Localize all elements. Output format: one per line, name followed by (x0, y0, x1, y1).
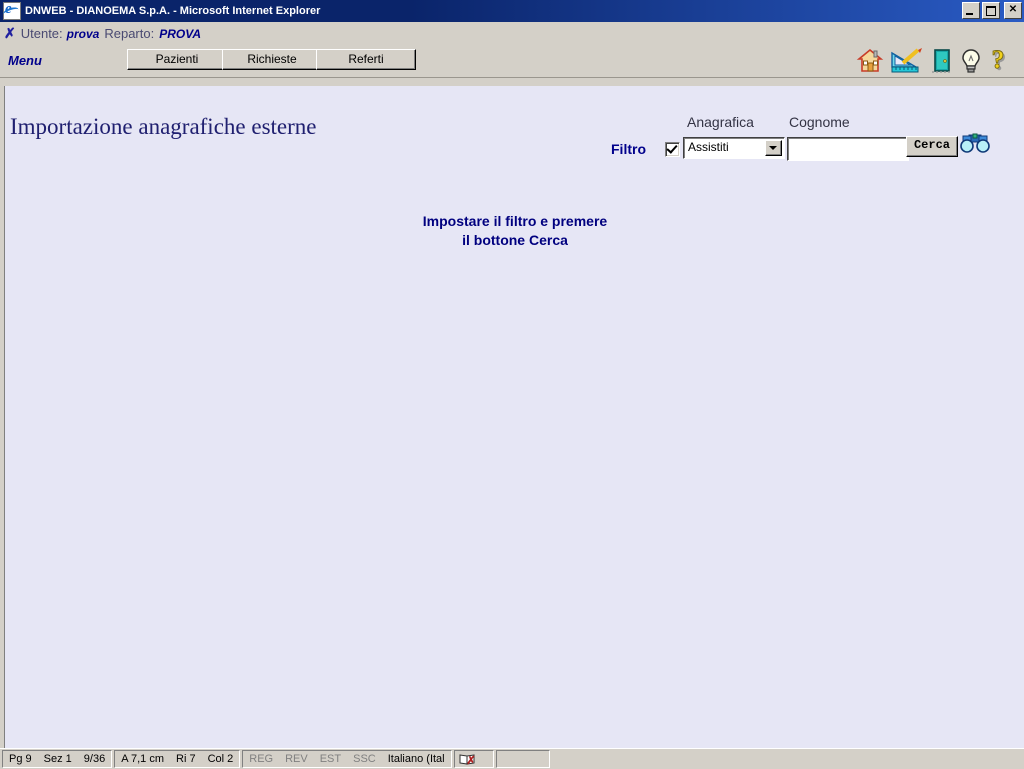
user-info-bar: ✗ Utente: prova Reparto: PROVA (4, 22, 1024, 45)
window-controls: ✕ (962, 2, 1022, 19)
menu-button-referti[interactable]: Referti (316, 49, 416, 70)
drafting-ruler-pencil-icon[interactable] (890, 47, 924, 75)
anagrafica-label: Anagrafica (687, 114, 754, 130)
menu-button-richieste[interactable]: Richieste (222, 49, 322, 70)
anagrafica-select-value: Assistiti (688, 140, 729, 154)
department-value: PROVA (159, 26, 202, 41)
user-value: prova (66, 26, 100, 41)
svg-text:✗: ✗ (466, 755, 475, 766)
book-with-red-x-icon[interactable]: ✗ (455, 752, 493, 766)
window-title: DNWEB - DIANOEMA S.p.A. - Microsoft Inte… (25, 5, 321, 17)
browser-client-area: ✗ Utente: prova Reparto: PROVA Menu Pazi… (0, 22, 1024, 748)
status-section: Sez 1 (43, 752, 72, 765)
close-session-icon[interactable]: ✗ (4, 25, 16, 42)
binoculars-icon[interactable] (959, 132, 991, 159)
empty-state-line-2: il bottone Cerca (462, 232, 568, 248)
status-reg[interactable]: REG (243, 752, 279, 767)
status-page: Pg 9 (9, 752, 32, 765)
department-label: Reparto: (104, 26, 155, 41)
filtro-label: Filtro (611, 141, 646, 157)
word-status-bar: Pg 9 Sez 1 9/36 A 7,1 cm Ri 7 Col 2 REG … (0, 748, 1024, 769)
internet-explorer-icon (3, 0, 21, 20)
close-button[interactable]: ✕ (1004, 2, 1022, 19)
status-group-blank (495, 750, 550, 768)
page-content: Importazione anagrafiche esterne Anagraf… (4, 86, 1024, 748)
menu-label: Menu (8, 53, 42, 68)
menu-button-pazienti[interactable]: Pazienti (127, 49, 227, 70)
cognome-label: Cognome (789, 114, 850, 130)
anagrafica-select[interactable]: Assistiti (683, 137, 785, 159)
search-button[interactable]: Cerca (906, 136, 958, 157)
minimize-button[interactable] (962, 2, 980, 19)
empty-state-message: Impostare il filtro e premere il bottone… (5, 212, 1024, 250)
status-ssc[interactable]: SSC (347, 752, 382, 767)
status-est[interactable]: EST (314, 752, 347, 767)
exit-door-icon[interactable] (930, 47, 954, 75)
status-page-of: 9/36 (83, 752, 106, 765)
status-line: Ri 7 (176, 752, 196, 765)
chevron-down-icon[interactable] (765, 140, 782, 156)
status-rev[interactable]: REV (279, 752, 314, 767)
status-at: A 7,1 cm (121, 752, 164, 765)
status-group-modes: REG REV EST SSC Italiano (Ital (242, 750, 452, 768)
user-label: Utente: (20, 26, 63, 41)
toolbar-icons: ? ? (856, 47, 1012, 75)
svg-text:?: ? (992, 47, 1005, 74)
question-mark-help-icon[interactable]: ? ? (988, 47, 1012, 75)
home-icon[interactable] (856, 47, 884, 75)
maximize-button[interactable] (982, 2, 1000, 19)
status-group-position: A 7,1 cm Ri 7 Col 2 (114, 750, 241, 768)
status-language[interactable]: Italiano (Ital (382, 752, 451, 767)
status-group-page: Pg 9 Sez 1 9/36 (2, 750, 113, 768)
status-column: Col 2 (207, 752, 234, 765)
menu-bar: Menu Pazienti Richieste Referti ? ? (0, 45, 1024, 77)
cognome-input[interactable] (787, 137, 909, 161)
browser-window: DNWEB - DIANOEMA S.p.A. - Microsoft Inte… (0, 0, 1024, 769)
page-title: Importazione anagrafiche esterne (10, 114, 317, 139)
filter-checkbox[interactable] (665, 142, 680, 157)
empty-state-line-1: Impostare il filtro e premere (422, 213, 608, 229)
window-title-bar: DNWEB - DIANOEMA S.p.A. - Microsoft Inte… (0, 0, 1024, 22)
filter-panel: Anagrafica Cognome Filtro Assistiti Cerc… (611, 114, 1011, 168)
status-group-spellcheck[interactable]: ✗ (453, 750, 494, 768)
lightbulb-icon[interactable] (960, 47, 982, 75)
